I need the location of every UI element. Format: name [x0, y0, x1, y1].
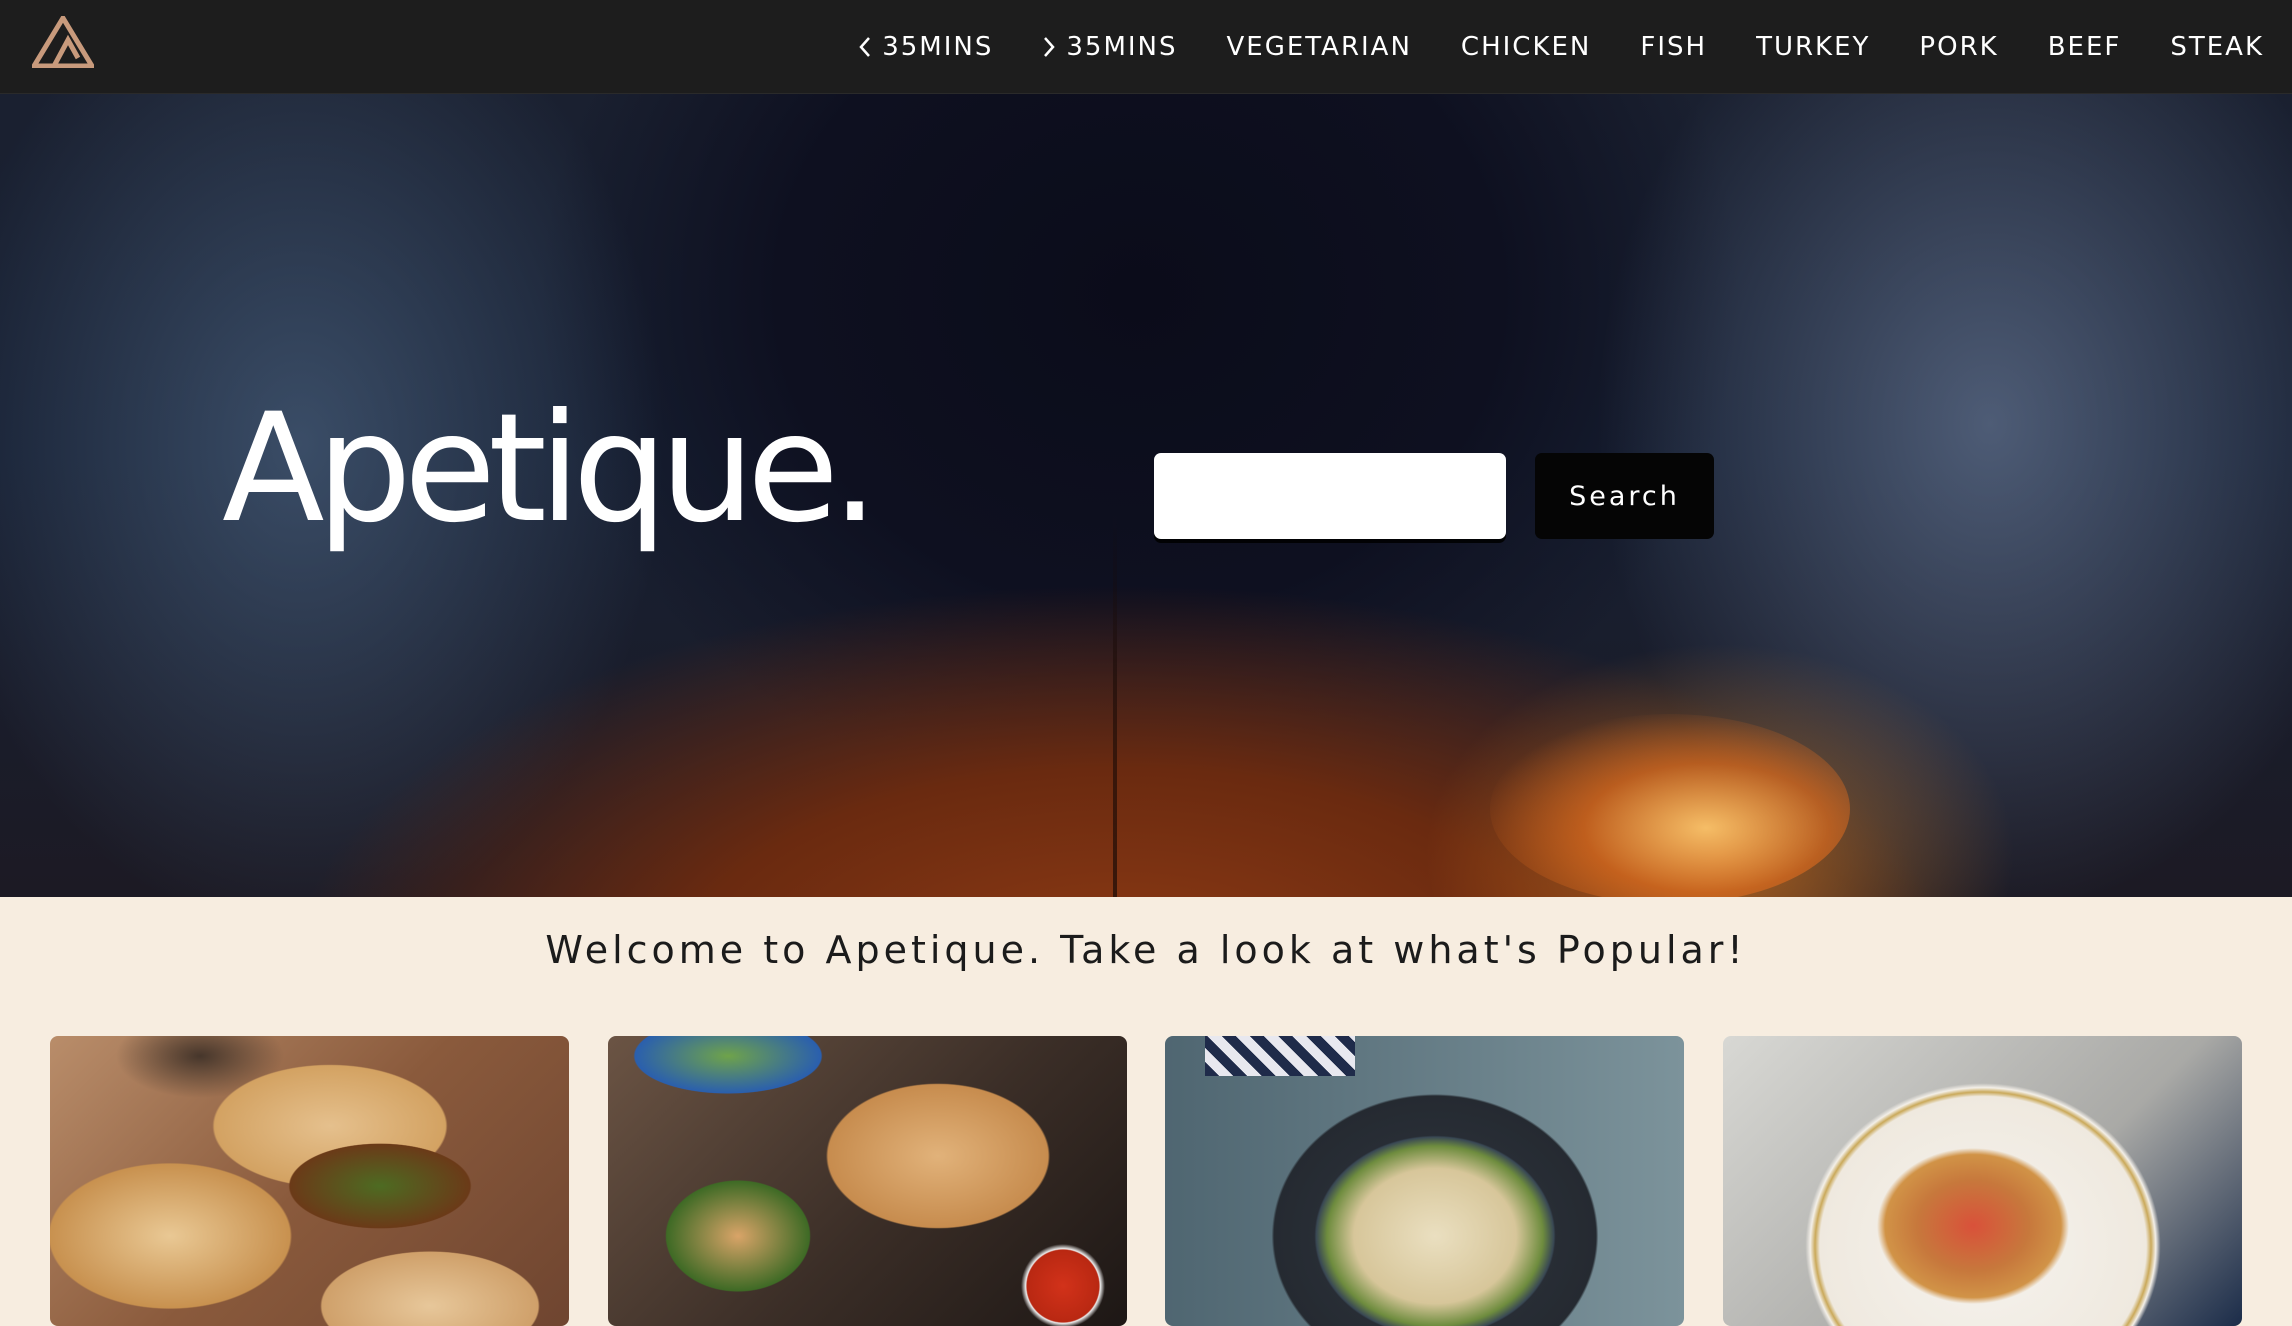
nav-item-label: 35MINS	[1066, 32, 1178, 62]
recipe-card[interactable]	[1165, 1036, 1684, 1326]
nav-item-pork[interactable]: PORK	[1919, 32, 1998, 62]
recipe-image-broccoli-calzone	[608, 1036, 1127, 1326]
recipe-image-focaccia-sandwich	[50, 1036, 569, 1326]
hero-background-fire	[1490, 714, 1850, 897]
nav-item-fish[interactable]: FISH	[1640, 32, 1707, 62]
search-input[interactable]	[1154, 453, 1506, 539]
recipe-card[interactable]	[50, 1036, 569, 1326]
nav-item-beef[interactable]: BEEF	[2048, 32, 2122, 62]
recipe-card[interactable]	[1723, 1036, 2242, 1326]
popular-heading: Welcome to Apetique. Take a look at what…	[545, 928, 1747, 972]
recipe-card[interactable]	[608, 1036, 1127, 1326]
hero-brand-title: Apetique.	[222, 382, 879, 556]
nav-item-steak[interactable]: STEAK	[2170, 32, 2264, 62]
search-button[interactable]: Search	[1535, 453, 1714, 539]
nav-item-turkey[interactable]: TURKEY	[1756, 32, 1870, 62]
chevron-right-icon	[1044, 37, 1056, 57]
nav-item-over-35mins[interactable]: 35MINS	[1042, 32, 1177, 62]
chevron-left-icon	[859, 37, 871, 57]
recipe-image-broccoli-pasta	[1165, 1036, 1684, 1326]
recipe-image-tomato-spaghetti	[1723, 1036, 2242, 1326]
popular-recipes-grid	[50, 1036, 2242, 1326]
top-navbar: 35MINS 35MINS VEGETARIAN CHICKEN FISH TU…	[0, 0, 2292, 94]
nav-item-under-35mins[interactable]: 35MINS	[858, 32, 993, 62]
hero-background-detail	[1113, 514, 1117, 897]
apetique-logo-icon[interactable]	[32, 16, 94, 68]
hero-banner: Apetique. Search	[0, 94, 2292, 897]
nav-item-label: 35MINS	[882, 32, 994, 62]
nav-item-vegetarian[interactable]: VEGETARIAN	[1227, 32, 1412, 62]
nav-item-chicken[interactable]: CHICKEN	[1461, 32, 1591, 62]
category-nav: 35MINS 35MINS VEGETARIAN CHICKEN FISH TU…	[858, 0, 2264, 94]
